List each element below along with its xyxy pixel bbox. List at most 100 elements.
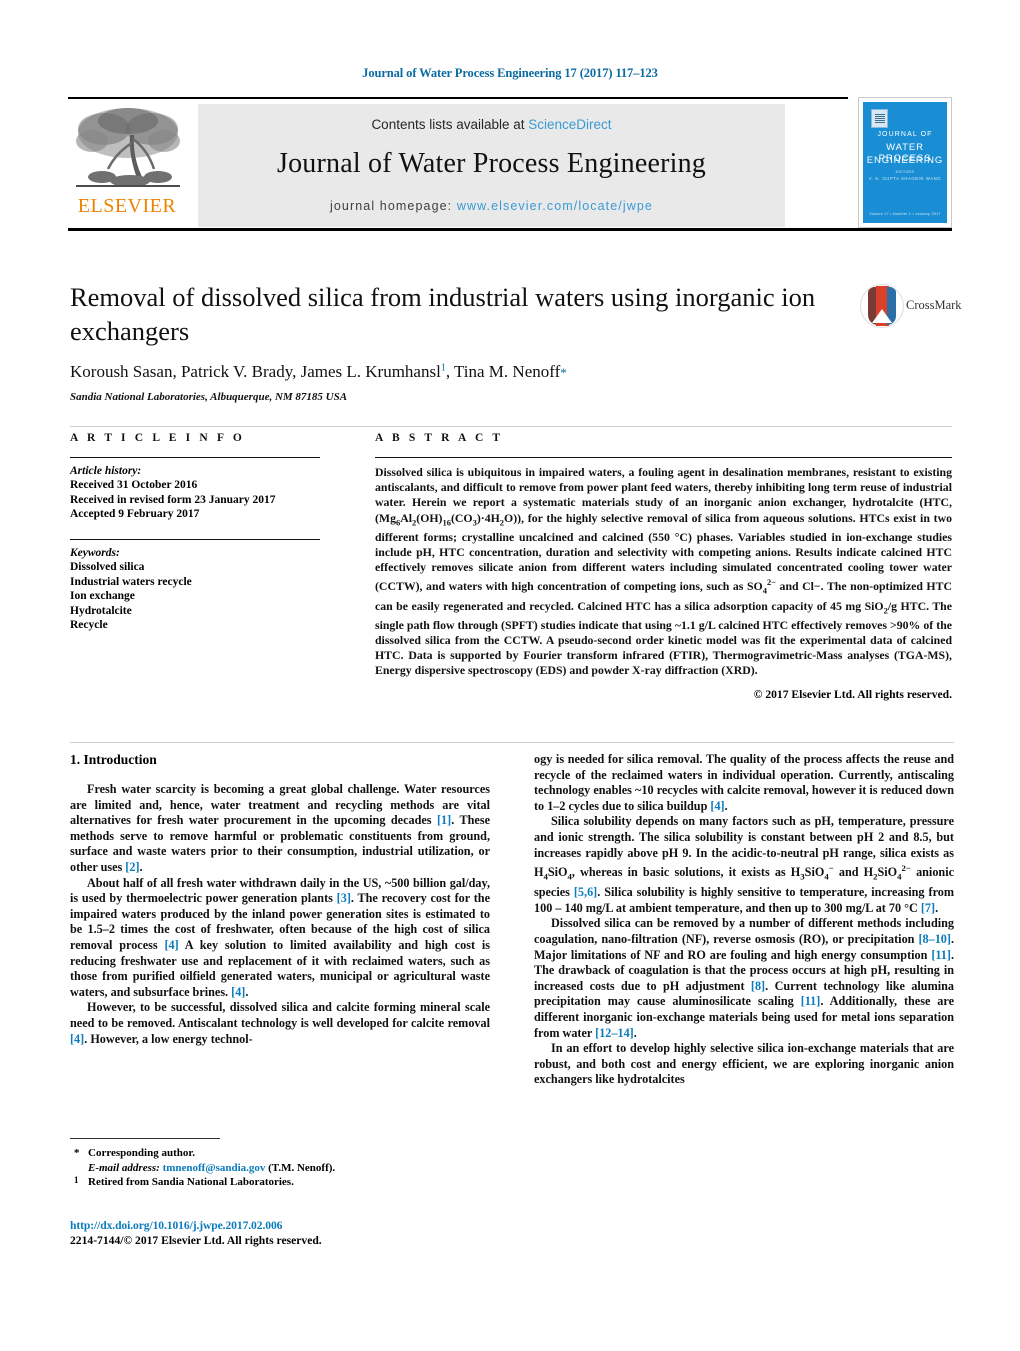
crossmark-badge-group[interactable]: CrossMark: [860, 284, 962, 328]
cover-editors-label: EDITORS: [895, 170, 915, 174]
section-title-text: Introduction: [83, 752, 157, 767]
elsevier-logo: ELSEVIER: [68, 103, 186, 227]
sciencedirect-link[interactable]: ScienceDirect: [528, 117, 611, 132]
citation-ref[interactable]: [8–10]: [918, 932, 951, 946]
running-head: Journal of Water Process Engineering 17 …: [362, 66, 658, 80]
corresponding-author-marker[interactable]: *: [560, 365, 567, 380]
journal-title: Journal of Water Process Engineering: [277, 148, 706, 179]
citation-ref[interactable]: [11]: [801, 994, 821, 1008]
footnote-retired: 1 Retired from Sandia National Laborator…: [70, 1175, 490, 1190]
keywords-label: Keywords:: [70, 547, 120, 560]
cover-editors: V. K. GUPTA SHAOBIN WANG: [868, 176, 942, 181]
cover-line-3: ENGINEERING: [866, 155, 944, 166]
footnote-corresponding: * Corresponding author.: [70, 1146, 490, 1161]
article-info-column: A R T I C L E I N F O Article history: R…: [70, 432, 320, 633]
footnote-email: E-mail address: tmnenoff@sandia.gov (T.M…: [70, 1161, 490, 1176]
journal-cover-art: JOURNAL OF WATER PROCESS ENGINEERING EDI…: [863, 102, 947, 223]
masthead-top-rule: [68, 97, 848, 99]
body-paragraph: Fresh water scarcity is becoming a great…: [70, 782, 490, 874]
citation-ref[interactable]: [4]: [70, 1032, 84, 1046]
footnote-retired-text: Retired from Sandia National Laboratorie…: [88, 1176, 294, 1188]
abstract-column: A B S T R A C T Dissolved silica is ubiq…: [375, 432, 952, 701]
abstract-copyright: © 2017 Elsevier Ltd. All rights reserved…: [753, 687, 952, 701]
citation-ref[interactable]: [4]: [231, 985, 245, 999]
history-item: Received in revised form 23 January 2017: [70, 493, 276, 506]
keyword-item: Dissolved silica: [70, 561, 145, 574]
footnote-number-marker: 1: [74, 1175, 79, 1185]
citation-ref[interactable]: [7]: [921, 901, 935, 915]
body-paragraph: About half of all fresh water withdrawn …: [70, 875, 490, 999]
abstract-rule: [375, 457, 952, 459]
abstract-paragraph: Dissolved silica is ubiquitous in impair…: [375, 465, 952, 678]
keyword-item: Hydrotalcite: [70, 604, 132, 617]
elsevier-wordmark: ELSEVIER: [77, 195, 177, 217]
email-link[interactable]: tmnenoff@sandia.gov: [163, 1162, 266, 1174]
email-label: E-mail address:: [88, 1161, 160, 1174]
cover-footer: Volume 17 • Number 1 • January 2017: [869, 212, 941, 216]
author-list: Koroush Sasan, Patrick V. Brady, James L…: [70, 362, 952, 382]
keyword-item: Recycle: [70, 619, 108, 632]
body-paragraph: ogy is needed for silica removal. The qu…: [534, 752, 954, 813]
article-title-block: Removal of dissolved silica from industr…: [70, 280, 962, 403]
journal-homepage-line: journal homepage: www.elsevier.com/locat…: [198, 199, 785, 213]
doi-link[interactable]: http://dx.doi.org/10.1016/j.jwpe.2017.02…: [70, 1219, 500, 1232]
keyword-item: Ion exchange: [70, 590, 135, 603]
journal-banner: Contents lists available at ScienceDirec…: [198, 104, 785, 227]
paper-page: Journal of Water Process Engineering 17 …: [0, 0, 1020, 1351]
body-top-rule: [70, 742, 954, 743]
body-columns: 1. Introduction Fresh water scarcity is …: [70, 742, 954, 1172]
elsevier-tree-icon: [76, 108, 180, 187]
abstract-body: Dissolved silica is ubiquitous in impair…: [375, 465, 952, 678]
issn-copyright-line: 2214-7144/© 2017 Elsevier Ltd. All right…: [70, 1234, 322, 1247]
author-names-tail: , Tina M. Nenoff: [445, 362, 561, 381]
body-left-column: 1. Introduction Fresh water scarcity is …: [70, 752, 490, 1047]
body-right-column: ogy is needed for silica removal. The qu…: [534, 752, 954, 1088]
history-item: Received 31 October 2016: [70, 479, 198, 492]
citation-ref[interactable]: [2]: [125, 860, 139, 874]
citation-ref[interactable]: [12–14]: [595, 1026, 634, 1040]
citation-ref[interactable]: [5,6]: [574, 885, 597, 899]
crossmark-icon: [860, 284, 904, 328]
article-info-rule: [70, 457, 320, 459]
band-top-rule: [70, 426, 952, 427]
keywords-rule: [70, 538, 320, 541]
email-owner: (T.M. Nenoff).: [268, 1161, 336, 1174]
abstract-heading: A B S T R A C T: [375, 432, 504, 444]
homepage-label: journal homepage:: [330, 199, 457, 213]
cover-line-1: JOURNAL OF: [877, 131, 933, 138]
page-title: Removal of dissolved silica from industr…: [70, 282, 816, 346]
body-paragraph: Dissolved silica can be removed by a num…: [534, 916, 954, 1040]
footnote-corresponding-text: Corresponding author.: [88, 1147, 195, 1159]
article-history-label: Article history:: [70, 465, 142, 478]
citation-ref[interactable]: [11]: [931, 948, 951, 962]
section-number: 1.: [70, 752, 81, 767]
footnote-rule: [70, 1138, 220, 1139]
journal-cover-thumbnail: JOURNAL OF WATER PROCESS ENGINEERING EDI…: [858, 97, 952, 228]
crossmark-arrow: [872, 309, 892, 323]
keyword-item: Industrial waters recycle: [70, 575, 192, 588]
homepage-url-link[interactable]: www.elsevier.com/locate/jwpe: [457, 199, 653, 213]
cover-publisher-icon: [871, 109, 888, 128]
citation-ref[interactable]: [3]: [337, 891, 351, 905]
author-names: Koroush Sasan, Patrick V. Brady, James L…: [70, 362, 441, 381]
citation-ref[interactable]: [8]: [751, 979, 765, 993]
contents-available-line: Contents lists available at ScienceDirec…: [198, 117, 785, 132]
history-item: Accepted 9 February 2017: [70, 508, 200, 521]
contents-prefix: Contents lists available at: [371, 117, 529, 132]
journal-masthead: ELSEVIER Contents lists available at Sci…: [68, 97, 952, 231]
article-info-heading: A R T I C L E I N F O: [70, 432, 245, 444]
section-heading: 1. Introduction: [70, 752, 490, 768]
doi-block: http://dx.doi.org/10.1016/j.jwpe.2017.02…: [70, 1219, 500, 1247]
body-paragraph: However, to be successful, dissolved sil…: [70, 1000, 490, 1046]
footnotes-block: * Corresponding author. E-mail address: …: [70, 1138, 490, 1190]
crossmark-label: CrossMark: [906, 298, 962, 312]
footnote-star-marker: *: [74, 1147, 80, 1159]
citation-ref[interactable]: [4]: [164, 938, 178, 952]
citation-ref[interactable]: [4]: [710, 799, 724, 813]
masthead-bottom-rule: [68, 228, 952, 231]
body-paragraph: Silica solubility depends on many factor…: [534, 814, 954, 915]
body-paragraph: In an effort to develop highly selective…: [534, 1041, 954, 1087]
citation-ref[interactable]: [1]: [437, 813, 451, 827]
affiliation: Sandia National Laboratories, Albuquerqu…: [70, 391, 348, 403]
